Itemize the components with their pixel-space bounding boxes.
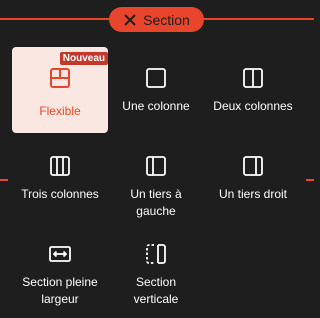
layout-option-label: Un tiers à gauche xyxy=(130,187,182,218)
layout-option-flexible[interactable]: Flexible Nouveau xyxy=(12,47,108,133)
section-toggle-button[interactable]: Section xyxy=(109,7,204,32)
layout-option-label: Un tiers droit xyxy=(218,187,288,201)
new-badge: Nouveau xyxy=(59,52,108,65)
one-third-right-icon xyxy=(243,156,263,176)
layout-option-label: Trois colonnes xyxy=(21,187,99,201)
two-columns-icon xyxy=(243,68,263,88)
section-pill-label: Section xyxy=(143,11,190,28)
layout-option-one-column[interactable]: Une colonne xyxy=(108,47,204,133)
layout-option-vertical-section[interactable]: Section verticale xyxy=(108,223,204,309)
one-column-icon xyxy=(146,68,166,88)
layout-option-label: Une colonne xyxy=(122,99,190,113)
section-layout-picker: Flexible Nouveau Une colonne Deux colonn… xyxy=(8,38,306,318)
layout-option-one-third-right[interactable]: Un tiers droit xyxy=(205,135,301,221)
layout-option-two-columns[interactable]: Deux colonnes xyxy=(205,47,301,133)
flexible-layout-icon xyxy=(50,68,70,88)
layout-option-three-columns[interactable]: Trois colonnes xyxy=(12,135,108,221)
three-columns-icon xyxy=(50,156,70,176)
layout-option-label: Section pleine largeur xyxy=(22,275,98,306)
full-width-section-icon xyxy=(49,246,71,262)
vertical-section-icon xyxy=(146,244,166,264)
layout-option-full-width[interactable]: Section pleine largeur xyxy=(12,223,108,309)
close-icon xyxy=(124,13,136,26)
layout-option-label: Deux colonnes xyxy=(213,99,293,113)
one-third-left-icon xyxy=(146,156,166,176)
layout-option-label: Flexible xyxy=(39,104,81,118)
layout-option-label: Section verticale xyxy=(133,275,179,306)
layout-option-one-third-left[interactable]: Un tiers à gauche xyxy=(108,135,204,221)
